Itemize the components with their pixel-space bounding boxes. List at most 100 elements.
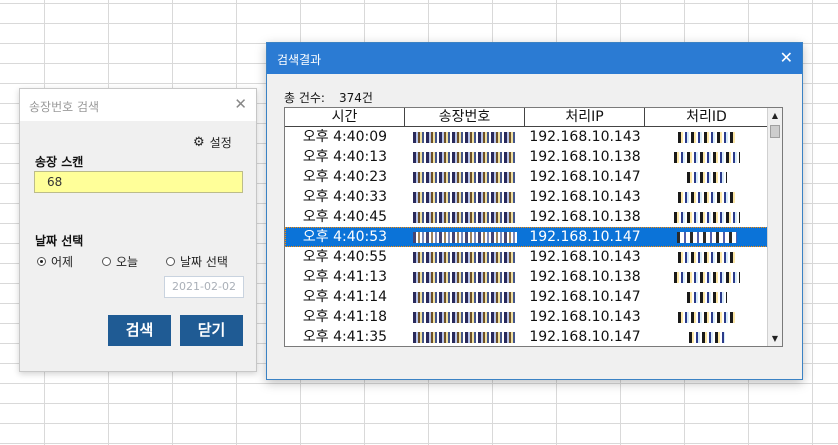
cell-id-masked bbox=[645, 147, 768, 167]
masked-id bbox=[688, 331, 725, 343]
table-row[interactable]: 오후 4:41:35 192.168.10.147 bbox=[285, 327, 768, 346]
cell-ip: 192.168.10.147 bbox=[529, 289, 641, 305]
radio-today-label: 오늘 bbox=[116, 255, 139, 269]
column-header-time[interactable]: 시간 bbox=[285, 108, 405, 126]
radio-pick-date-label: 날짜 선택 bbox=[180, 255, 228, 269]
masked-invoice bbox=[413, 291, 517, 303]
results-dialog-close-icon[interactable]: ✕ bbox=[780, 48, 793, 67]
results-dialog-titlebar: 검색결과 ✕ bbox=[267, 43, 802, 74]
search-dialog-title: 송장번호 검색 bbox=[29, 100, 100, 114]
masked-id bbox=[677, 191, 736, 203]
masked-id bbox=[686, 171, 727, 183]
scroll-down-icon[interactable]: ▼ bbox=[768, 331, 782, 346]
cell-invoice-masked bbox=[405, 167, 525, 187]
radio-today[interactable]: 오늘 bbox=[102, 253, 138, 270]
masked-id bbox=[677, 131, 736, 143]
result-count-value: 374건 bbox=[338, 91, 373, 105]
vertical-scrollbar[interactable]: ▲ ▼ bbox=[767, 108, 782, 346]
search-dialog-titlebar: 송장번호 검색 ✕ bbox=[20, 89, 256, 121]
cell-invoice-masked bbox=[405, 187, 525, 207]
masked-id bbox=[677, 311, 736, 323]
masked-invoice bbox=[413, 131, 517, 143]
cell-ip: 192.168.10.138 bbox=[529, 149, 641, 165]
cell-time: 오후 4:40:45 bbox=[302, 209, 388, 225]
masked-invoice bbox=[413, 251, 517, 263]
radio-yesterday-label: 어제 bbox=[51, 255, 74, 269]
cell-time: 오후 4:41:35 bbox=[302, 329, 388, 345]
column-header-invoice[interactable]: 송장번호 bbox=[405, 108, 525, 126]
close-button[interactable]: 닫기 bbox=[180, 315, 243, 346]
cell-id-masked bbox=[645, 167, 768, 187]
gear-icon: ⚙ bbox=[193, 135, 205, 150]
table-row[interactable]: 오후 4:40:45 192.168.10.138 bbox=[285, 207, 768, 227]
settings-button[interactable]: ⚙ 설정 bbox=[193, 134, 232, 151]
column-header-id[interactable]: 처리ID bbox=[645, 108, 768, 126]
table-row[interactable]: 오후 4:40:55 192.168.10.143 bbox=[285, 247, 768, 267]
cell-time: 오후 4:40:53 bbox=[302, 229, 388, 245]
cell-id-masked bbox=[645, 287, 768, 307]
masked-id bbox=[673, 211, 740, 223]
masked-id bbox=[673, 271, 740, 283]
masked-id bbox=[686, 291, 727, 303]
grid-header: 시간 송장번호 처리IP 처리ID bbox=[285, 108, 768, 127]
cell-id-masked bbox=[645, 247, 768, 267]
date-picker-field[interactable]: 2021-02-02 bbox=[164, 276, 244, 298]
masked-invoice bbox=[413, 191, 517, 203]
table-row[interactable]: 오후 4:40:09 192.168.10.143 bbox=[285, 127, 768, 147]
cell-ip: 192.168.10.143 bbox=[529, 309, 641, 325]
radio-pick-date[interactable]: 날짜 선택 bbox=[166, 253, 228, 270]
cell-invoice-masked bbox=[405, 207, 525, 227]
cell-time: 오후 4:40:23 bbox=[302, 169, 388, 185]
table-row[interactable]: 오후 4:41:13 192.168.10.138 bbox=[285, 267, 768, 287]
table-row-selected[interactable]: 오후 4:40:53 192.168.10.147 bbox=[285, 227, 768, 247]
scroll-thumb[interactable] bbox=[770, 125, 780, 138]
date-section-label: 날짜 선택 bbox=[35, 234, 84, 248]
cell-invoice-masked bbox=[405, 327, 525, 346]
results-grid[interactable]: 시간 송장번호 처리IP 처리ID 오후 4:40:09 192.168.10.… bbox=[284, 107, 783, 347]
result-count-label: 총 건수: bbox=[284, 91, 325, 105]
search-button[interactable]: 검색 bbox=[108, 315, 171, 346]
scroll-up-icon[interactable]: ▲ bbox=[768, 108, 782, 123]
cell-id-masked bbox=[645, 307, 768, 327]
cell-time: 오후 4:41:14 bbox=[302, 289, 388, 305]
radio-yesterday[interactable]: 어제 bbox=[37, 253, 73, 270]
masked-invoice bbox=[413, 311, 517, 323]
cell-id-masked bbox=[645, 207, 768, 227]
cell-ip: 192.168.10.147 bbox=[529, 329, 641, 345]
table-row[interactable]: 오후 4:40:23 192.168.10.147 bbox=[285, 167, 768, 187]
masked-id bbox=[673, 151, 740, 163]
cell-invoice-masked bbox=[405, 267, 525, 287]
result-count: 총 건수: 374건 bbox=[284, 89, 373, 106]
settings-label: 설정 bbox=[209, 136, 232, 150]
masked-id bbox=[677, 251, 736, 263]
cell-invoice-masked bbox=[405, 287, 525, 307]
masked-invoice bbox=[413, 231, 517, 243]
masked-invoice bbox=[413, 171, 517, 183]
cell-ip: 192.168.10.143 bbox=[529, 189, 641, 205]
table-row[interactable]: 오후 4:40:13 192.168.10.138 bbox=[285, 147, 768, 167]
cell-ip: 192.168.10.147 bbox=[529, 169, 641, 185]
column-header-ip[interactable]: 처리IP bbox=[525, 108, 645, 126]
scan-label: 송장 스캔 bbox=[35, 155, 84, 169]
cell-invoice-masked bbox=[405, 247, 525, 267]
radio-pick-date-dot bbox=[166, 257, 175, 266]
cell-id-masked bbox=[645, 127, 768, 147]
cell-id-masked bbox=[645, 227, 768, 247]
table-row[interactable]: 오후 4:40:33 192.168.10.143 bbox=[285, 187, 768, 207]
cell-invoice-masked bbox=[405, 127, 525, 147]
cell-id-masked bbox=[645, 187, 768, 207]
table-row[interactable]: 오후 4:41:18 192.168.10.143 bbox=[285, 307, 768, 327]
search-results-dialog: 검색결과 ✕ 총 건수: 374건 시간 송장번호 처리IP 처리ID 오후 4:… bbox=[266, 42, 803, 380]
cell-time: 오후 4:41:18 bbox=[302, 309, 388, 325]
cell-time: 오후 4:41:13 bbox=[302, 269, 388, 285]
radio-yesterday-dot bbox=[37, 257, 46, 266]
invoice-search-dialog: 송장번호 검색 ✕ ⚙ 설정 송장 스캔 날짜 선택 어제 오늘 날짜 선택 2… bbox=[19, 88, 257, 372]
search-dialog-close-icon[interactable]: ✕ bbox=[234, 95, 247, 113]
cell-time: 오후 4:40:55 bbox=[302, 249, 388, 265]
cell-invoice-masked bbox=[405, 307, 525, 327]
results-dialog-title: 검색결과 bbox=[277, 53, 322, 67]
cell-time: 오후 4:40:33 bbox=[302, 189, 388, 205]
cell-id-masked bbox=[645, 267, 768, 287]
table-row[interactable]: 오후 4:41:14 192.168.10.147 bbox=[285, 287, 768, 307]
invoice-scan-input[interactable] bbox=[34, 171, 243, 193]
